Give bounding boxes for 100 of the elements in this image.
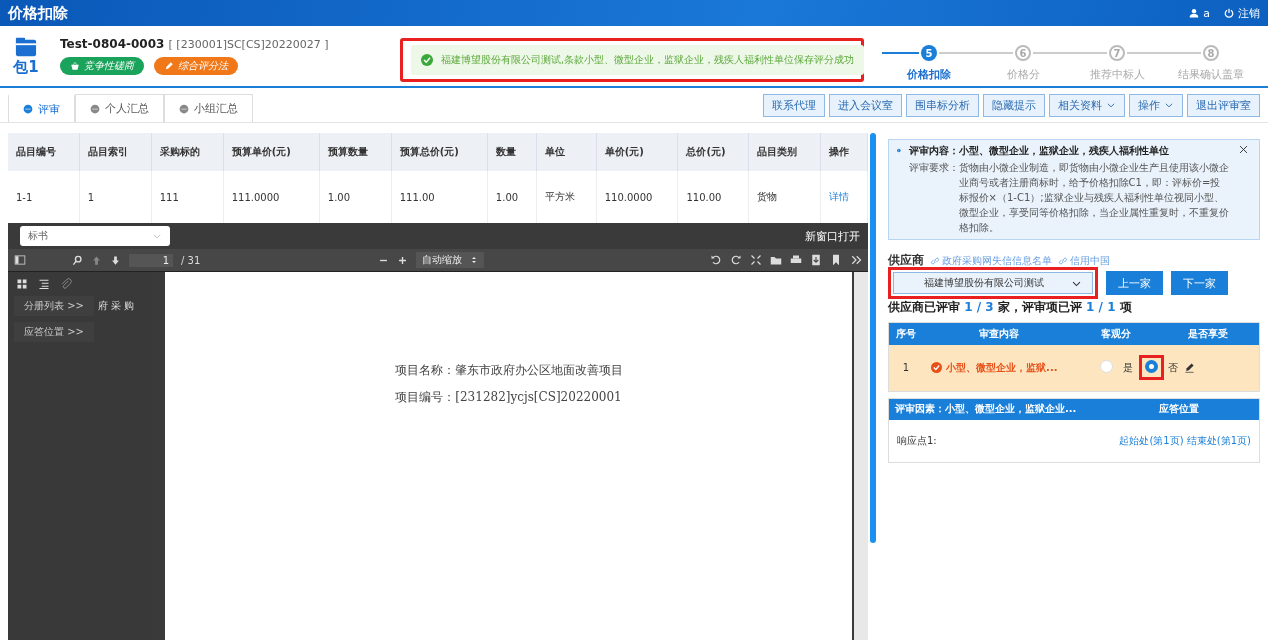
step-label: 结果确认盖章 [1178,67,1244,82]
column-header: 应答位置 [1098,398,1260,420]
toolbar-button[interactable]: 操作 [1129,93,1183,117]
column-header: 品目编号 [8,133,80,171]
down-arrow-icon [110,254,121,266]
column-header: 数量 [487,133,537,171]
scrollbar[interactable] [854,272,868,640]
radio-button[interactable] [1145,360,1158,373]
tab[interactable]: 小组汇总 [164,94,253,122]
logout-link[interactable]: 注销 [1224,5,1260,21]
end-link[interactable]: 结束处(第1页) [1186,435,1251,446]
column-header: 评审因素：小型、微型企业，监狱企业... [888,398,1099,420]
outline-icon [38,278,50,290]
search-icon [72,254,83,266]
details-link[interactable]: 详情 [829,191,850,202]
toolbar-button[interactable]: 进入会议室 [829,93,902,117]
print-icon [790,254,802,266]
supplier-label: 供应商 [888,252,924,269]
supplier-select[interactable]: 福建博望股份有限公司测试 [893,272,1093,294]
sidebar-item[interactable]: 应答位置 >> [14,322,94,342]
column-header: 预算数量 [319,133,392,171]
step-indicator: 5 [882,45,976,61]
previous-button[interactable]: 上一家 [1106,271,1163,295]
basket-icon [70,61,80,71]
tab[interactable]: 评审 [8,94,75,122]
column-header: 审查内容 [923,322,1075,345]
next-button[interactable]: 下一家 [1171,271,1228,295]
column-header: 预算单价(元) [223,133,320,171]
document-select[interactable]: 标书 [20,226,170,246]
rotate-left-icon [710,254,722,266]
open-new-window-link[interactable]: 新窗口打开 [805,228,860,244]
column-header: 品目类别 [748,133,821,171]
chevron-icon [152,231,162,241]
column-header: 客观分 [1074,322,1157,345]
open-file-icon [770,254,782,266]
step-label: 价格扣除 [907,67,951,82]
dots-icon [90,103,100,114]
column-header: 是否享受 [1156,322,1260,345]
info-title: 评审内容：小型、微型企业，监狱企业，残疾人福利性单位 [908,144,1170,158]
sidebar-toggle-icon [14,254,26,266]
package-label: 包1 [13,57,39,77]
requirement-label: 评审要求： [908,161,959,175]
toolbar-button[interactable]: 退出评审室 [1187,93,1260,117]
start-link[interactable]: 起始处(第1页) [1119,435,1184,446]
column-header: 总价(元) [677,133,749,171]
power-icon [1224,8,1234,18]
toolbar-button[interactable]: 联系代理 [763,93,825,117]
sidebar-item[interactable]: 分册列表 >> [14,296,94,316]
tab[interactable]: 个人汇总 [75,94,164,122]
folder-icon [14,35,38,58]
external-link[interactable]: 政府采购网失信信息名单 [942,253,1052,268]
step-indicator: 7 [1070,45,1164,61]
toolbar-button[interactable]: 隐藏提示 [983,93,1045,117]
zoom-in-icon [396,254,408,266]
page-title: 价格扣除 [8,3,68,23]
table-cell: 响应点1: [888,420,1099,463]
project-code: Test-0804-0003 [ [230001]SC[CS]20220027 ] [60,37,329,51]
dots-icon [179,103,189,114]
option-label: 是 [1123,360,1133,375]
column-header: 单价(元) [596,133,678,171]
page-number-field[interactable]: 1 [129,253,173,267]
scrollbar[interactable] [870,133,876,543]
check-icon [421,54,433,66]
outline-text: 府 采 购 [97,299,135,313]
paperclip-icon [60,278,72,290]
pencil-icon [164,61,174,71]
column-header: 采购标的 [151,133,224,171]
thumbnails-icon [16,278,28,290]
check-icon [931,362,943,373]
external-link[interactable]: 信用中国 [1070,253,1110,268]
table-cell: 1 [888,344,924,391]
step-label: 价格分 [1006,67,1040,82]
method-tag: 竞争性磋商 [60,57,144,75]
step-label: 推荐中标人 [1089,67,1145,82]
up-arrow-icon [91,254,102,266]
option-label: 否 [1168,360,1178,375]
page-count: / 31 [181,254,201,266]
toolbar-button[interactable]: 围串标分析 [906,93,979,117]
column-header: 单位 [536,133,597,171]
more-tools-icon [850,254,862,266]
step-indicator: 6 [976,45,1070,61]
download-icon [810,254,822,266]
toolbar-button[interactable]: 相关资料 [1049,93,1125,117]
column-header: 预算总价(元) [391,133,488,171]
method-tag: 综合评分法 [154,57,238,75]
bookmark-icon [830,254,842,266]
document-text: 项目名称：肇东市政府办公区地面改善项目 [394,362,623,379]
document-text: 项目编号：[231282]ycjs[CS]20220001 [395,389,622,406]
step-indicator: 8 [1164,45,1258,61]
fullscreen-icon [750,254,762,266]
link-icon [1058,255,1068,266]
zoom-select[interactable]: 自动缩放 [415,252,484,268]
rotate-right-icon [730,254,742,266]
user-icon [1189,8,1200,18]
edit-icon [1184,362,1195,373]
toast-message: 福建博望股份有限公司测试,条款小型、微型企业，监狱企业，残疾人福利性单位保存评分成功 [441,53,855,67]
review-item: 小型、微型企业，监狱... [931,360,1067,375]
link-icon [930,255,940,266]
close-icon [1238,144,1249,155]
user-menu[interactable]: a [1189,6,1210,20]
